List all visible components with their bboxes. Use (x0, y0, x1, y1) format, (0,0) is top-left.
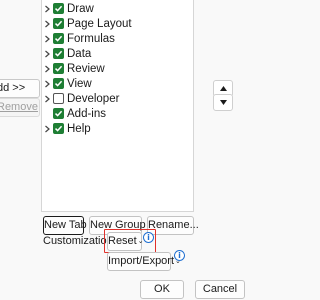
cancel-button[interactable]: Cancel (195, 280, 245, 299)
tree-item-label: Draw (67, 2, 94, 15)
ok-button[interactable]: OK (140, 280, 184, 299)
tree-item-view[interactable]: View (42, 76, 92, 91)
tree-item-label: Formulas (67, 32, 115, 45)
chevron-right-icon[interactable] (42, 1, 52, 16)
checkbox-checked[interactable] (53, 33, 64, 44)
chevron-right-icon[interactable] (42, 91, 52, 106)
chevron-right-icon[interactable] (42, 31, 52, 46)
tree-item-formulas[interactable]: Formulas (42, 31, 115, 46)
checkbox-checked[interactable] (53, 3, 64, 14)
checkbox-checked[interactable] (53, 108, 64, 119)
cancel-label: Cancel (202, 283, 238, 295)
new-tab-label: New Tab (44, 219, 87, 231)
move-down-button[interactable] (213, 94, 233, 111)
checkbox-checked[interactable] (53, 63, 64, 74)
tree-item-page-layout[interactable]: Page Layout (42, 16, 132, 31)
chevron-right-icon[interactable] (42, 61, 52, 76)
new-tab-button[interactable]: New Tab (43, 216, 87, 235)
checkbox-checked[interactable] (53, 48, 64, 59)
info-icon[interactable]: i (143, 232, 154, 243)
triangle-down-icon (219, 100, 227, 105)
remove-button[interactable]: Remove (0, 98, 40, 117)
tree-item-draw[interactable]: Draw (42, 1, 94, 16)
remove-button-label: Remove (0, 101, 38, 113)
tree-item-developer[interactable]: Developer (42, 91, 119, 106)
tree-item-label: Page Layout (67, 17, 132, 30)
add-button[interactable]: dd >> (0, 79, 40, 98)
checkbox-checked[interactable] (53, 123, 64, 134)
reset-label: Reset (108, 235, 137, 247)
tree-item-data[interactable]: Data (42, 46, 91, 61)
tree-item-label: View (67, 77, 92, 90)
checkbox-checked[interactable] (53, 78, 64, 89)
add-button-label: dd >> (0, 82, 26, 94)
tree-item-help[interactable]: Help (42, 121, 91, 136)
import-export-dropdown-button[interactable]: Import/Export⌄ (107, 252, 181, 271)
checkbox-unchecked[interactable] (53, 93, 64, 104)
chevron-right-icon[interactable] (42, 121, 52, 136)
tree-item-label: Data (67, 47, 92, 60)
tree-item-add-ins[interactable]: Add-ins (42, 106, 106, 121)
tree-item-label: Help (67, 122, 91, 135)
chevron-right-icon[interactable] (42, 46, 52, 61)
tree-item-review[interactable]: Review (42, 61, 105, 76)
triangle-up-icon (219, 86, 227, 91)
ribbon-tabs-tree[interactable]: Draw Page Layout Formulas Data Review Vi… (41, 0, 194, 212)
ok-label: OK (154, 283, 170, 295)
chevron-right-icon[interactable] (42, 16, 52, 31)
tree-item-label: Add-ins (67, 107, 106, 120)
checkbox-checked[interactable] (53, 18, 64, 29)
info-icon[interactable]: i (174, 250, 185, 261)
tree-item-label: Review (67, 62, 105, 75)
chevron-right-icon[interactable] (42, 76, 52, 91)
import-export-label: Import/Export (108, 255, 175, 267)
tree-item-label: Developer (67, 92, 120, 105)
reset-dropdown-button[interactable]: Reset⌄ (107, 232, 144, 251)
